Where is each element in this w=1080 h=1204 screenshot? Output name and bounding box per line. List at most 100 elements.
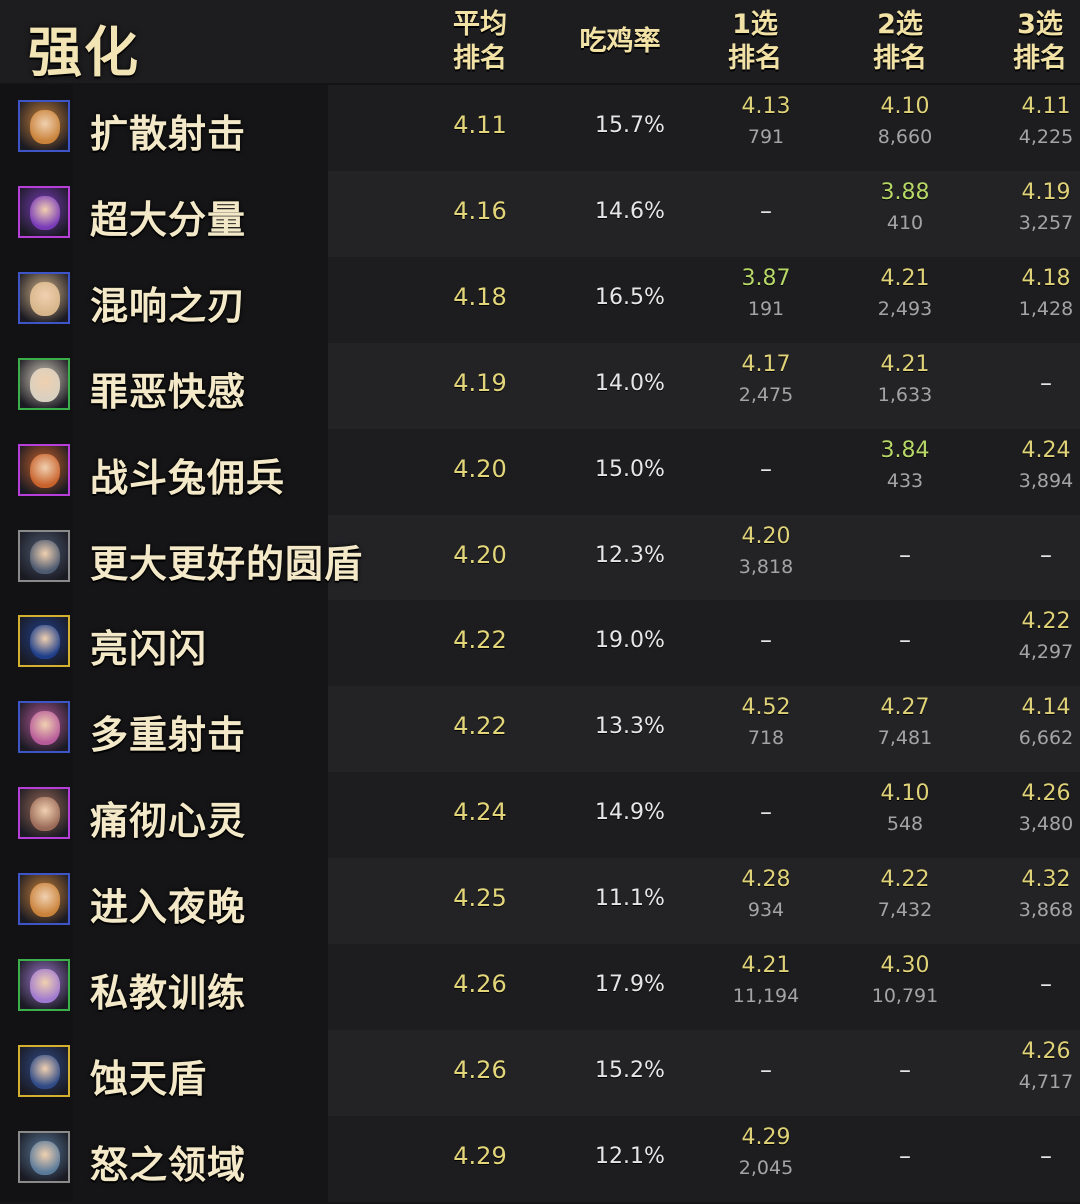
champion-portrait-icon xyxy=(18,271,70,324)
p1-pick-count: 934 xyxy=(747,899,785,922)
p2-cell: 4.10 548 xyxy=(845,780,965,840)
p1-empty: – xyxy=(760,626,772,655)
avg-rank-value: 4.20 xyxy=(453,454,507,483)
table-row[interactable]: 亮闪闪 4.22 19.0% – – 4.22 4,297 xyxy=(0,600,1080,689)
p1-avg-rank: 4.21 xyxy=(741,953,791,978)
portrait-face xyxy=(30,281,60,316)
augment-name[interactable]: 扩散射击 xyxy=(90,103,246,158)
champion-portrait-icon xyxy=(18,615,70,668)
portrait-face xyxy=(30,367,60,402)
avg-rank-value: 4.25 xyxy=(453,884,507,913)
table-row[interactable]: 罪恶快感 4.19 14.0% 4.17 2,475 4.21 1,633 – xyxy=(0,342,1080,431)
p1-empty: – xyxy=(760,454,772,483)
col-header-top1-rate[interactable]: 吃鸡率 xyxy=(560,25,680,59)
champion-portrait-icon xyxy=(18,787,70,840)
avg-rank-value: 4.22 xyxy=(453,626,507,655)
champion-portrait-icon xyxy=(18,529,70,582)
top1-rate-value: 14.9% xyxy=(595,800,665,826)
p3-empty: – xyxy=(1040,1141,1052,1170)
p2-cell: 4.10 8,660 xyxy=(845,93,965,153)
augment-name[interactable]: 战斗兔佣兵 xyxy=(90,447,285,502)
augment-stats-table: 强化 平均 排名 吃鸡率 1选 排名 2选 排名 3选 排名 扩散射击 4.11 1… xyxy=(0,0,1080,1204)
avg-rank-value: 4.16 xyxy=(453,196,507,225)
p3-cell: 4.26 4,717 xyxy=(986,1038,1080,1098)
top1-rate-value: 15.7% xyxy=(595,113,665,138)
champion-portrait-icon xyxy=(18,959,70,1011)
augment-name[interactable]: 进入夜晚 xyxy=(90,876,246,931)
table-row[interactable]: 怒之领域 4.29 12.1% 4.29 2,045 – – xyxy=(0,1115,1080,1204)
p2-empty: – xyxy=(899,1055,911,1084)
p3-empty: – xyxy=(1040,970,1052,998)
p1-avg-rank: 3.87 xyxy=(741,265,791,291)
table-row[interactable]: 扩散射击 4.11 15.7% 4.13 791 4.10 8,660 4.11 4,225 xyxy=(0,85,1080,173)
p3-avg-rank: 4.26 xyxy=(1021,1038,1071,1064)
avg-rank-value: 4.20 xyxy=(453,540,507,569)
p2-empty: – xyxy=(899,626,911,655)
portrait-face xyxy=(30,1140,60,1175)
p2-pick-count: 8,660 xyxy=(877,126,933,148)
portrait-face xyxy=(30,711,60,746)
table-row[interactable]: 混响之刃 4.18 16.5% 3.87 191 4.21 2,493 4.18 1,428 xyxy=(0,256,1080,345)
augment-name[interactable]: 超大分量 xyxy=(90,189,246,244)
avg-rank-value: 4.24 xyxy=(453,798,507,827)
champion-portrait-icon xyxy=(18,185,70,238)
table-row[interactable]: 多重射击 4.22 13.3% 4.52 718 4.27 7,481 4.14 6,662 xyxy=(0,686,1080,775)
champion-portrait-icon xyxy=(18,357,70,410)
table-row[interactable]: 战斗兔佣兵 4.20 15.0% – 3.84 433 4.24 3,894 xyxy=(0,428,1080,517)
p1-cell: 4.21 11,194 xyxy=(706,952,826,1012)
augment-name[interactable]: 罪恶快感 xyxy=(90,361,246,416)
p3-pick-count: 3,894 xyxy=(1018,469,1074,492)
p3-empty: – xyxy=(1040,540,1052,569)
p3-cell: 4.22 4,297 xyxy=(986,608,1080,668)
augment-name[interactable]: 亮闪闪 xyxy=(90,618,207,673)
champion-portrait-icon xyxy=(18,701,70,754)
p3-cell: 4.32 3,868 xyxy=(986,866,1080,926)
augment-name[interactable]: 蚀天盾 xyxy=(90,1048,207,1103)
p3-pick-count: 3,480 xyxy=(1018,813,1074,836)
p2-avg-rank: 4.27 xyxy=(880,695,930,721)
table-row[interactable]: 私教训练 4.26 17.9% 4.21 11,194 4.30 10,791 – xyxy=(0,944,1080,1032)
col-header-pick3[interactable]: 3选 排名 xyxy=(980,8,1080,76)
p3-cell: 4.19 3,257 xyxy=(986,179,1080,239)
portrait-face xyxy=(30,453,60,488)
avg-rank-value: 4.22 xyxy=(453,712,507,741)
p1-avg-rank: 4.13 xyxy=(741,94,791,119)
augment-name[interactable]: 多重射击 xyxy=(90,704,246,759)
table-row[interactable]: 痛彻心灵 4.24 14.9% – 4.10 548 4.26 3,480 xyxy=(0,772,1080,861)
avg-rank-value: 4.26 xyxy=(453,1055,507,1084)
col-header-pick1[interactable]: 1选 排名 xyxy=(695,8,815,76)
augment-name[interactable]: 怒之领域 xyxy=(90,1134,246,1189)
augment-name[interactable]: 痛彻心灵 xyxy=(90,790,246,845)
p2-cell: 4.21 1,633 xyxy=(845,351,965,411)
avg-rank-value: 4.29 xyxy=(453,1141,507,1170)
top1-rate-value: 12.1% xyxy=(595,1143,665,1169)
p3-cell: 4.14 6,662 xyxy=(986,694,1080,754)
table-row[interactable]: 蚀天盾 4.26 15.2% – – 4.26 4,717 xyxy=(0,1029,1080,1118)
champion-portrait-icon xyxy=(18,1130,70,1183)
table-row[interactable]: 更大更好的圆盾 4.20 12.3% 4.20 3,818 – – xyxy=(0,514,1080,603)
p1-cell: 4.52 718 xyxy=(706,694,826,754)
col-header-pick2[interactable]: 2选 排名 xyxy=(840,8,960,76)
p2-avg-rank: 3.84 xyxy=(880,437,930,463)
top1-rate-value: 15.2% xyxy=(595,1057,665,1083)
p1-avg-rank: 4.29 xyxy=(741,1124,791,1150)
p1-pick-count: 3,818 xyxy=(738,555,794,578)
augment-name[interactable]: 混响之刃 xyxy=(90,275,246,330)
p3-pick-count: 1,428 xyxy=(1018,297,1074,320)
augment-name[interactable]: 更大更好的圆盾 xyxy=(90,533,363,588)
p3-pick-count: 4,225 xyxy=(1018,126,1074,148)
p3-empty: – xyxy=(1040,368,1052,397)
page-title: 强化 xyxy=(28,21,140,84)
avg-rank-value: 4.18 xyxy=(453,282,507,311)
table-row[interactable]: 超大分量 4.16 14.6% – 3.88 410 4.19 3,257 xyxy=(0,170,1080,259)
p1-cell: 4.17 2,475 xyxy=(706,351,826,411)
table-row[interactable]: 进入夜晚 4.25 11.1% 4.28 934 4.22 7,432 4.32 3,868 xyxy=(0,858,1080,947)
top1-rate-value: 14.0% xyxy=(595,370,665,396)
augment-name[interactable]: 私教训练 xyxy=(90,962,246,1017)
avg-rank-value: 4.11 xyxy=(453,111,507,139)
p1-cell: 3.87 191 xyxy=(706,265,826,325)
p3-avg-rank: 4.14 xyxy=(1021,695,1071,721)
col-header-avg-rank[interactable]: 平均 排名 xyxy=(420,8,540,76)
p2-pick-count: 7,481 xyxy=(877,727,933,750)
p3-cell: 4.26 3,480 xyxy=(986,780,1080,840)
